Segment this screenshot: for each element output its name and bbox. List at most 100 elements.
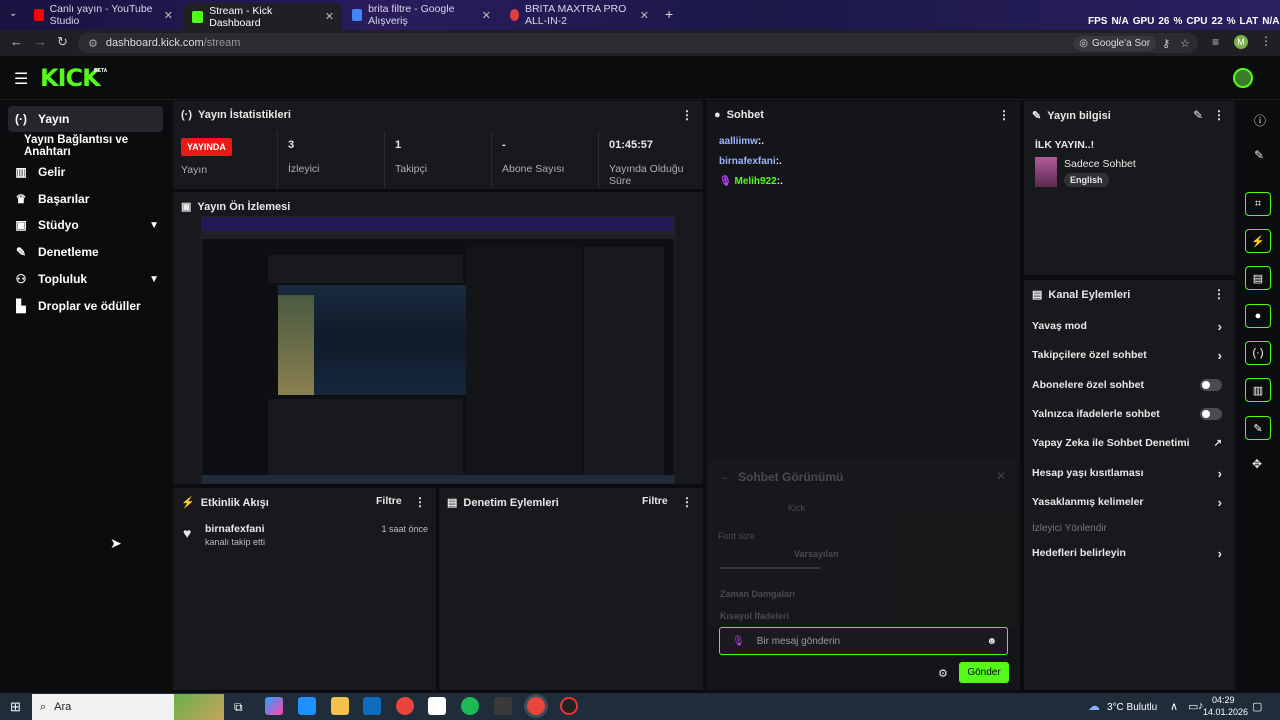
stream-preview-video[interactable]: [201, 216, 675, 484]
tab-youtube-studio[interactable]: Canlı yayın - YouTube Studio ✕: [26, 3, 181, 27]
calculator-icon[interactable]: [428, 697, 446, 715]
action-label: Hedefleri belirleyin: [1032, 547, 1126, 559]
chat-message: 🎙 Melih922:.: [719, 176, 783, 187]
event-username[interactable]: birnafexfani: [205, 523, 265, 535]
quick-action-layout-icon[interactable]: ▥: [1245, 378, 1271, 402]
filter-button[interactable]: Filtre: [376, 495, 402, 507]
subs-only-toggle[interactable]: [1200, 379, 1222, 391]
close-icon[interactable]: ✕: [325, 10, 334, 23]
chat-username[interactable]: aalliimw: [719, 136, 758, 147]
tab-kick-dashboard[interactable]: Stream - Kick Dashboard ✕: [184, 3, 342, 30]
quick-action-lightning-icon[interactable]: ⚡: [1245, 229, 1271, 253]
clock-date[interactable]: 14.01.2026: [1203, 707, 1248, 717]
event-text: kanalı takip etti: [205, 537, 266, 547]
more-options-icon[interactable]: ⋮: [1213, 287, 1225, 301]
quick-action-wrench-icon[interactable]: ✎: [1245, 416, 1271, 440]
send-button[interactable]: Gönder: [959, 662, 1009, 683]
category-thumbnail[interactable]: [1035, 157, 1057, 187]
sidebar-item-studyo[interactable]: ▣ Stüdyo ▼: [8, 212, 163, 238]
copilot-icon[interactable]: [265, 697, 283, 715]
address-bar[interactable]: ⚙ dashboard.kick.com/stream ◎ Google'a So…: [78, 33, 1198, 53]
filter-button[interactable]: Filtre: [642, 495, 668, 507]
more-options-icon[interactable]: ⋮: [1213, 108, 1225, 122]
sidebar-item-denetleme[interactable]: ✎ Denetleme: [8, 239, 163, 265]
password-key-icon[interactable]: ⚷: [1162, 37, 1170, 50]
action-ai-moderation[interactable]: Yapay Zeka ile Sohbet Denetimi ↗: [1032, 432, 1222, 454]
action-banned-words[interactable]: Yasaklanmış kelimeler ›: [1032, 491, 1222, 513]
outlook-icon[interactable]: [363, 697, 381, 715]
close-icon[interactable]: ✕: [640, 9, 649, 22]
more-options-icon[interactable]: ⋮: [998, 108, 1010, 122]
apps-icon[interactable]: ✥: [1252, 457, 1262, 471]
notifications-icon[interactable]: ▢: [1252, 700, 1262, 713]
pencil-icon[interactable]: ✎: [1254, 148, 1264, 162]
quick-action-screenshot-icon[interactable]: ⌗: [1245, 192, 1271, 216]
hamburger-menu-icon[interactable]: ☰: [14, 69, 28, 89]
quick-action-document-icon[interactable]: ▤: [1245, 266, 1271, 290]
mod-actions-panel: ▤ Denetim Eylemleri Filtre ⋮: [439, 488, 703, 690]
chat-message: birnafexfani:.: [719, 156, 782, 167]
chrome-icon[interactable]: [396, 697, 414, 715]
action-account-age[interactable]: Hesap yaşı kısıtlaması ›: [1032, 462, 1222, 484]
tray-chevron-icon[interactable]: ∧: [1170, 700, 1178, 713]
tab-list-icon[interactable]: ⌄: [9, 8, 17, 19]
close-icon[interactable]: ✕: [996, 469, 1006, 483]
spotify-icon[interactable]: [461, 697, 479, 715]
user-avatar[interactable]: [1233, 68, 1253, 88]
google-lens-button[interactable]: ◎ Google'a Sor: [1073, 35, 1157, 51]
quick-action-chat-icon[interactable]: ●: [1245, 304, 1271, 328]
action-goals[interactable]: Hedefleri belirleyin ›: [1032, 542, 1222, 564]
chrome-active-icon[interactable]: [527, 697, 545, 715]
browser-menu-icon[interactable]: ⋮: [1260, 34, 1272, 48]
more-options-icon[interactable]: ⋮: [681, 495, 693, 509]
task-view-icon[interactable]: ⧉: [234, 700, 243, 715]
taskbar-search[interactable]: ⌕ Ara: [32, 694, 224, 720]
kick-logo[interactable]: KICK: [40, 64, 101, 92]
bookmark-star-icon[interactable]: ☆: [1180, 37, 1190, 50]
clock-time[interactable]: 04:29: [1212, 695, 1235, 705]
new-tab-icon[interactable]: +: [665, 6, 673, 22]
action-followers-only[interactable]: Takipçilere özel sohbet ›: [1032, 344, 1222, 366]
tab-brita[interactable]: BRITA MAXTRA PRO ALL-IN-2 ✕: [502, 3, 657, 27]
obs-icon[interactable]: [494, 697, 512, 715]
reload-icon[interactable]: ↻: [57, 34, 68, 50]
file-explorer-icon[interactable]: [331, 697, 349, 715]
url-domain: dashboard.kick.com: [105, 37, 204, 49]
sidebar-item-stream-key[interactable]: Yayın Bağlantısı ve Anahtarı: [18, 133, 173, 159]
weather-text[interactable]: 3°C Bulutlu: [1107, 702, 1157, 713]
category-name[interactable]: Sadece Sohbet: [1064, 158, 1136, 170]
sidebar-item-droplar[interactable]: ▙ Droplar ve ödüller: [8, 293, 163, 319]
stat-value: 1: [395, 139, 402, 151]
quick-action-broadcast-icon[interactable]: (·): [1245, 341, 1271, 365]
app-icon[interactable]: [560, 697, 578, 715]
reading-list-icon[interactable]: ≡: [1212, 35, 1219, 49]
action-slow-mode[interactable]: Yavaş mod ›: [1032, 315, 1222, 337]
sidebar-item-topluluk[interactable]: ⚇ Topluluk ▼: [8, 266, 163, 292]
more-options-icon[interactable]: ⋮: [681, 108, 693, 122]
emotes-only-toggle[interactable]: [1200, 408, 1222, 420]
back-icon[interactable]: ←: [720, 469, 732, 483]
sidebar-item-gelir[interactable]: ▥ Gelir: [8, 159, 163, 185]
chat-username[interactable]: Melih922: [734, 176, 776, 187]
site-info-icon[interactable]: ⚙: [88, 37, 98, 50]
profile-avatar-icon[interactable]: M: [1234, 35, 1248, 49]
sidebar-item-yayin[interactable]: (·) Yayın: [8, 106, 163, 132]
preview-actions: [584, 247, 664, 477]
windows-start-icon[interactable]: ⊞: [10, 699, 21, 715]
back-icon[interactable]: ←: [10, 34, 23, 49]
network-icon[interactable]: ▭: [1188, 700, 1198, 713]
forward-icon[interactable]: →: [34, 34, 47, 49]
edit-pencil-icon[interactable]: ✎: [1193, 108, 1203, 122]
store-icon[interactable]: [298, 697, 316, 715]
sidebar-item-basarilar[interactable]: ♛ Başarılar: [8, 186, 163, 212]
emoji-icon[interactable]: ☻: [986, 636, 997, 647]
more-options-icon[interactable]: ⋮: [414, 495, 426, 509]
font-size-slider[interactable]: [720, 567, 820, 569]
close-icon[interactable]: ✕: [482, 9, 491, 22]
chat-settings-gear-icon[interactable]: ⚙: [938, 667, 948, 680]
close-icon[interactable]: ✕: [164, 9, 173, 22]
info-icon[interactable]: ⓘ: [1254, 112, 1266, 129]
tab-google-shopping[interactable]: brita filtre - Google Alışveriş ✕: [344, 3, 499, 27]
chat-input[interactable]: 🎙 Bir mesaj gönderin ☻: [719, 627, 1008, 655]
chat-username[interactable]: birnafexfani: [719, 156, 776, 167]
